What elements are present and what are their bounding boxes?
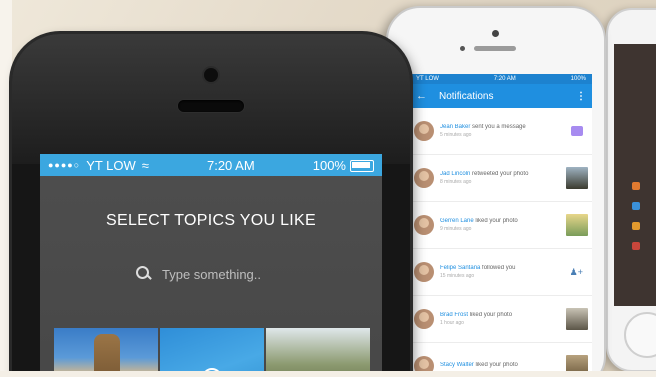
wifi-icon: ≈ bbox=[141, 157, 149, 173]
status-battery: 100% bbox=[312, 157, 346, 173]
menu-user-icon bbox=[632, 182, 640, 190]
notifications-phone: YT LOW 7:20 AM 100% ← Notifications ⋮ Je… bbox=[386, 6, 606, 377]
list-item[interactable]: Jean Baker sent you a message 5 minutes … bbox=[410, 108, 592, 155]
avatar bbox=[414, 121, 434, 141]
topic-tile-outdoors[interactable] bbox=[266, 328, 370, 377]
battery-icon bbox=[349, 160, 374, 173]
avatar bbox=[414, 168, 434, 188]
app-bar: ← Notifications ⋮ bbox=[410, 84, 592, 108]
avatar bbox=[414, 309, 434, 329]
chat-icon[interactable] bbox=[571, 126, 583, 136]
menu-lock-icon bbox=[632, 222, 640, 230]
search-icon[interactable] bbox=[136, 266, 152, 282]
front-camera bbox=[204, 68, 218, 82]
list-item[interactable]: Jad Lincoln retweeted your photo 8 minut… bbox=[410, 155, 592, 202]
list-item[interactable]: Brad Frost liked your photo 1 hour ago bbox=[410, 296, 592, 343]
earpiece-speaker bbox=[474, 46, 516, 51]
signal-icon: ●●●●○ bbox=[48, 160, 81, 170]
notif-text: followed you bbox=[482, 265, 516, 271]
add-user-icon[interactable]: ♟+ bbox=[570, 267, 583, 278]
topic-tiles bbox=[54, 328, 370, 377]
notif-user[interactable]: Brad Frost bbox=[440, 312, 468, 318]
notif-user[interactable]: Felipe Santana bbox=[440, 265, 480, 271]
home-button[interactable] bbox=[624, 312, 656, 358]
earpiece-speaker bbox=[178, 100, 244, 112]
status-carrier: YT LOW bbox=[86, 157, 136, 173]
topics-phone: ●●●●○ YT LOW ≈ 7:20 AM 100% SELECT TOPIC… bbox=[12, 34, 410, 377]
proximity-sensor bbox=[460, 46, 465, 51]
list-item[interactable]: Felipe Santana followed you 15 minutes a… bbox=[410, 249, 592, 296]
more-vert-icon[interactable]: ⋮ bbox=[576, 91, 586, 102]
status-carrier: YT LOW bbox=[416, 76, 439, 82]
menu-close-icon bbox=[632, 202, 640, 210]
photo-thumb[interactable] bbox=[566, 308, 588, 330]
search-input[interactable]: Type something.. bbox=[162, 267, 261, 282]
menu-tool-icon bbox=[632, 242, 640, 250]
front-camera bbox=[492, 30, 499, 37]
status-battery: 100% bbox=[570, 76, 586, 82]
photo-thumb[interactable] bbox=[566, 214, 588, 236]
notif-time: 8 minutes ago bbox=[440, 179, 472, 185]
back-phone bbox=[606, 8, 656, 372]
status-time: 7:20 AM bbox=[493, 76, 516, 82]
notif-time: 5 minutes ago bbox=[440, 132, 472, 138]
phone-bezel-gloss bbox=[12, 34, 410, 164]
avatar bbox=[414, 262, 434, 282]
app-showcase-scene: YT LOW 7:20 AM 100% ← Notifications ⋮ Je… bbox=[0, 0, 656, 377]
notif-user[interactable]: Gerren Lane bbox=[440, 218, 474, 224]
back-phone-screen bbox=[614, 44, 656, 306]
status-time: 7:20 AM bbox=[206, 157, 255, 173]
notif-text: retweeted your photo bbox=[472, 171, 529, 177]
page-title: SELECT TOPICS YOU LIKE bbox=[106, 212, 316, 229]
notif-user[interactable]: Jad Lincoln bbox=[440, 171, 470, 177]
notif-time: 15 minutes ago bbox=[440, 273, 475, 279]
notif-time: 9 minutes ago bbox=[440, 226, 472, 232]
photo-thumb[interactable] bbox=[566, 167, 588, 189]
status-bar: YT LOW 7:20 AM 100% bbox=[410, 74, 592, 84]
notif-time: 1 hour ago bbox=[440, 320, 464, 326]
topics-screen: ●●●●○ YT LOW ≈ 7:20 AM 100% SELECT TOPIC… bbox=[40, 154, 382, 377]
image-border bbox=[0, 371, 656, 377]
notif-user[interactable]: Stacy Walter bbox=[440, 362, 474, 368]
notification-list: Jean Baker sent you a message 5 minutes … bbox=[410, 108, 592, 377]
topic-tile-selected[interactable] bbox=[160, 328, 264, 377]
back-arrow-icon[interactable]: ← bbox=[416, 90, 427, 102]
list-item[interactable]: Gerren Lane liked your photo 9 minutes a… bbox=[410, 202, 592, 249]
avatar bbox=[414, 215, 434, 235]
topic-tile-architecture[interactable] bbox=[54, 328, 158, 377]
notif-user[interactable]: Jean Baker bbox=[440, 124, 470, 130]
notif-text: liked your photo bbox=[475, 362, 518, 368]
notifications-screen: YT LOW 7:20 AM 100% ← Notifications ⋮ Je… bbox=[410, 74, 592, 377]
image-border bbox=[0, 0, 12, 377]
status-bar: ●●●●○ YT LOW ≈ 7:20 AM 100% bbox=[40, 154, 382, 176]
page-title: Notifications bbox=[439, 90, 494, 102]
notif-text: sent you a message bbox=[472, 124, 526, 130]
notif-text: liked your photo bbox=[475, 218, 518, 224]
search-field[interactable]: Type something.. bbox=[136, 266, 261, 282]
notif-text: liked your photo bbox=[469, 312, 513, 318]
